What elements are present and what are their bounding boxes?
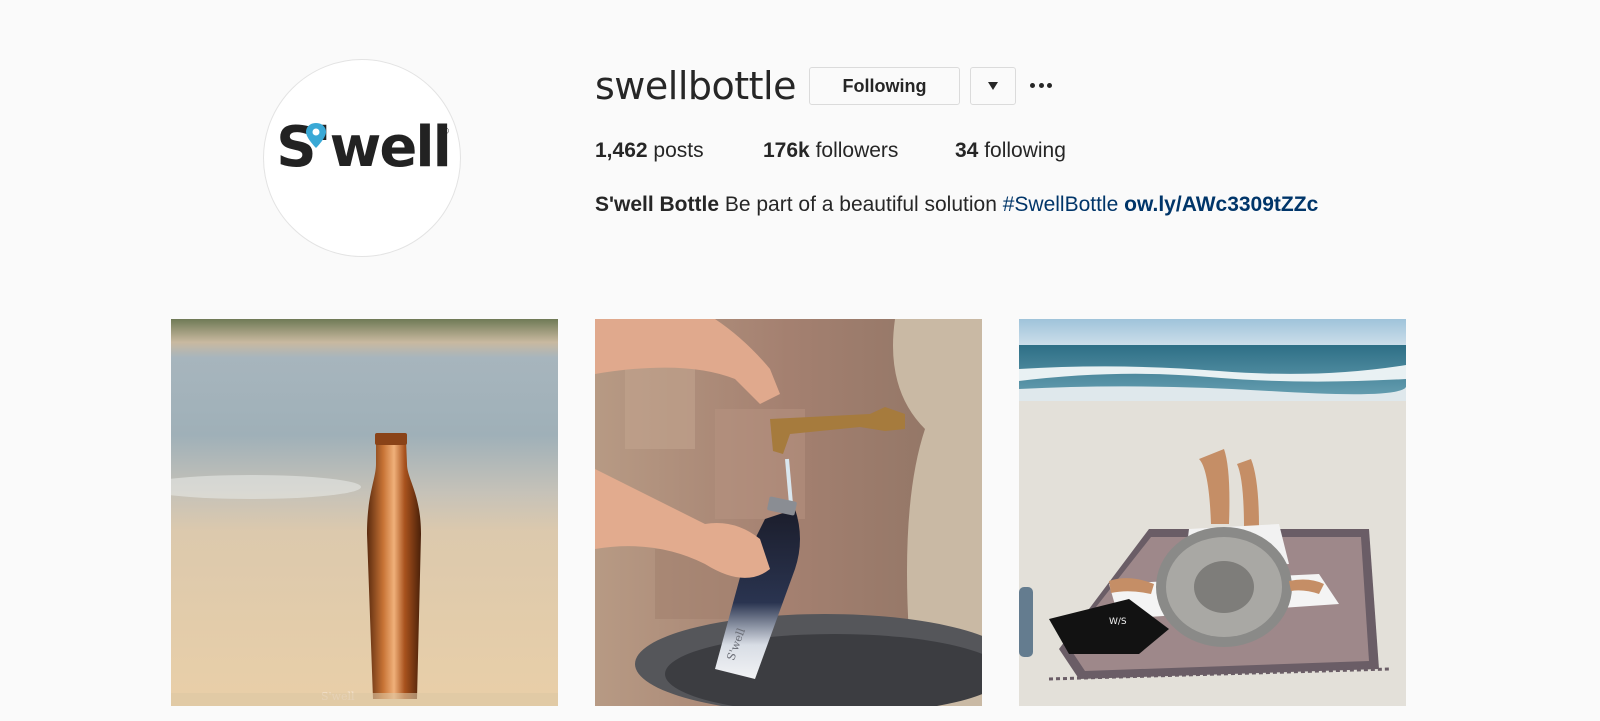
- profile-username: swellbottle: [595, 64, 796, 108]
- suggestions-dropdown-button[interactable]: [970, 67, 1016, 105]
- location-pin-icon: [306, 123, 326, 148]
- followers-stat[interactable]: 176k followers: [763, 139, 898, 163]
- bottle-mark: W/S: [1109, 617, 1127, 627]
- more-options-icon[interactable]: [1030, 78, 1052, 92]
- posts-stat: 1,462 posts: [595, 139, 704, 163]
- following-button-label: Following: [842, 75, 927, 96]
- bio-hashtag-link[interactable]: #SwellBottle: [1003, 193, 1119, 216]
- posts-count: 1,462: [595, 139, 648, 162]
- following-count: 34: [955, 139, 979, 162]
- chevron-down-icon: [988, 82, 998, 90]
- bio-full-name: S'well Bottle: [595, 193, 720, 216]
- bio-website-link[interactable]: ow.ly/AWc3309tZZc: [1124, 193, 1318, 216]
- followers-count: 176k: [763, 139, 810, 162]
- profile-avatar[interactable]: S'well ®: [263, 59, 461, 257]
- posts-label: posts: [653, 139, 704, 162]
- following-stat[interactable]: 34 following: [955, 139, 1066, 163]
- following-label: following: [984, 139, 1066, 162]
- profile-bio: S'well Bottle Be part of a beautiful sol…: [595, 193, 1318, 217]
- bio-text: Be part of a beautiful solution: [724, 193, 997, 216]
- post-thumbnail[interactable]: W/S: [1019, 319, 1406, 706]
- post-thumbnail[interactable]: S'well: [171, 319, 558, 706]
- post-thumbnail[interactable]: S'well: [595, 319, 982, 706]
- following-button[interactable]: Following: [809, 67, 960, 105]
- followers-label: followers: [815, 139, 899, 162]
